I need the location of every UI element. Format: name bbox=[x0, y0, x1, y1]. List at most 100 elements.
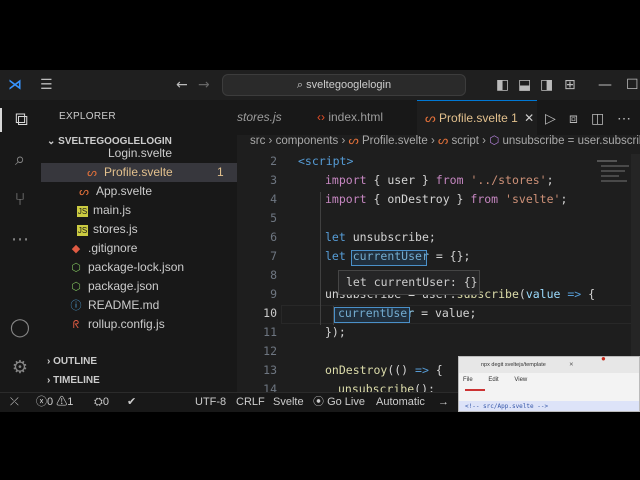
code-token: = value; bbox=[414, 306, 477, 320]
settings-gear-icon[interactable]: ⚙ bbox=[8, 356, 32, 380]
code-token: ( bbox=[518, 287, 526, 301]
run-icon[interactable]: ▷ bbox=[545, 110, 556, 126]
toggle-panel-icon[interactable]: ⬓ bbox=[518, 77, 531, 93]
tab-profile-svelte[interactable]: ᔕ Profile.svelte 1 ✕ bbox=[417, 100, 537, 135]
more-icon[interactable]: ⋯ bbox=[8, 228, 32, 252]
code-token: { user } bbox=[366, 173, 436, 187]
problem-count-badge: 1 bbox=[217, 165, 224, 179]
check-icon[interactable]: ✔ bbox=[127, 393, 136, 412]
line-number: 13 bbox=[263, 363, 277, 377]
open-preview-icon[interactable]: ⧈ bbox=[569, 110, 578, 126]
code-line: }); bbox=[325, 325, 346, 339]
git-file-icon: ◆ bbox=[71, 243, 81, 255]
eol-selector[interactable]: CRLF bbox=[236, 393, 265, 412]
code-token: => bbox=[415, 363, 429, 377]
code-token: from bbox=[470, 192, 499, 206]
line-number: 8 bbox=[270, 268, 277, 282]
code-token: (() bbox=[387, 363, 416, 377]
tab-stores-js[interactable]: stores.js bbox=[237, 100, 299, 135]
search-text: sveltegooglelogin bbox=[306, 79, 392, 91]
code-token: ; bbox=[546, 173, 554, 187]
timeline-section-header[interactable]: › TIMELINE bbox=[47, 375, 100, 386]
toggle-secondary-sidebar-icon[interactable]: ◨ bbox=[540, 77, 553, 93]
menu-view[interactable]: View bbox=[514, 377, 527, 383]
problems-indicator[interactable]: ⓧ0 ⚠1 bbox=[36, 393, 73, 412]
more-actions-icon[interactable]: ⋯ bbox=[617, 110, 631, 126]
line-number: 3 bbox=[270, 173, 277, 187]
language-mode-selector[interactable]: Svelte bbox=[273, 393, 304, 412]
code-token: { bbox=[581, 287, 596, 301]
code-token: onDestroy bbox=[325, 363, 388, 377]
file-readme-md[interactable]: ⓘ README.md bbox=[41, 296, 237, 315]
record-icon: ● bbox=[601, 356, 606, 363]
nodejs-file-icon: ⬡ bbox=[71, 281, 81, 293]
encoding-selector[interactable]: UTF-8 bbox=[195, 393, 226, 412]
code-token: '../stores' bbox=[470, 173, 547, 187]
tab-problem-badge: 1 bbox=[511, 111, 518, 125]
code-token: from bbox=[435, 173, 464, 187]
line-number: 7 bbox=[270, 249, 277, 263]
menu-file[interactable]: File bbox=[463, 377, 473, 383]
line-number: 4 bbox=[270, 192, 277, 206]
file-package-lock-json[interactable]: ⬡ package-lock.json bbox=[41, 258, 237, 277]
file-profile-svelte[interactable]: ᔕ Profile.svelte 1 bbox=[41, 163, 237, 182]
file-stores-js[interactable]: JS stores.js bbox=[41, 220, 237, 239]
js-file-icon: JS bbox=[77, 206, 88, 217]
indent-guide bbox=[333, 306, 334, 325]
code-token: import bbox=[325, 192, 367, 206]
vscode-window: ⋊ ☰ ← → ⌕ sveltegooglelogin ◧ ⬓ ◨ ⊞ — ☐ … bbox=[0, 70, 640, 412]
outline-section-header[interactable]: › OUTLINE bbox=[47, 356, 97, 367]
maximize-icon[interactable]: ☐ bbox=[626, 77, 639, 93]
chevron-right-icon: › bbox=[268, 135, 276, 147]
search-activity-icon[interactable]: ⌕ bbox=[8, 148, 32, 172]
remote-icon[interactable]: ⤫ bbox=[10, 393, 19, 412]
command-center-search[interactable]: ⌕ sveltegooglelogin bbox=[222, 74, 466, 96]
file-main-js[interactable]: JS main.js bbox=[41, 201, 237, 220]
forward-arrow-icon[interactable]: → bbox=[198, 77, 210, 93]
file-package-json[interactable]: ⬡ package.json bbox=[41, 277, 237, 296]
hover-tooltip: let currentUser: {} bbox=[338, 270, 480, 295]
activity-bar: ⧉ ⌕ ⑂ ⋯ ◯ ⚙ bbox=[0, 100, 41, 392]
ports-indicator[interactable]: ⛭0 bbox=[94, 393, 109, 412]
close-tab-icon[interactable]: ✕ bbox=[569, 357, 574, 373]
broadcast-icon: ⦿ bbox=[313, 396, 324, 408]
minimap[interactable] bbox=[595, 154, 631, 214]
breadcrumb-profile-svelte[interactable]: Profile.svelte bbox=[362, 135, 428, 147]
script-symbol-icon: ᔕ bbox=[438, 135, 449, 147]
breadcrumb-script[interactable]: script bbox=[451, 135, 478, 147]
code-token: let bbox=[325, 230, 346, 244]
line-number: 5 bbox=[270, 211, 277, 225]
explorer-icon[interactable]: ⧉ bbox=[0, 108, 41, 132]
title-bar: ⋊ ☰ ← → ⌕ sveltegooglelogin ◧ ⬓ ◨ ⊞ — ☐ bbox=[0, 70, 640, 100]
svelte-file-icon: ᔕ bbox=[425, 111, 436, 125]
back-arrow-icon[interactable]: ← bbox=[176, 77, 188, 93]
code-line: let unsubscribe; bbox=[325, 230, 436, 244]
file-rollup-config-js[interactable]: ᖇ rollup.config.js bbox=[41, 315, 237, 334]
arrow-right-icon[interactable]: → bbox=[438, 393, 449, 412]
close-tab-icon[interactable]: ✕ bbox=[524, 111, 534, 125]
breadcrumb-src[interactable]: src bbox=[237, 135, 265, 147]
file-login-svelte[interactable]: Login.svelte bbox=[41, 144, 237, 163]
code-token: = {}; bbox=[428, 249, 471, 263]
line-number: 2 bbox=[270, 154, 277, 168]
customize-layout-icon[interactable]: ⊞ bbox=[564, 77, 576, 93]
indent-selector[interactable]: Automatic bbox=[376, 393, 425, 412]
browser-tab[interactable]: npx degit sveltejs/template ✕ ● bbox=[459, 356, 639, 373]
file-gitignore[interactable]: ◆ .gitignore bbox=[41, 239, 237, 258]
nodejs-file-icon: ⬡ bbox=[71, 262, 81, 274]
breadcrumb-callback[interactable]: unsubscribe = user.subscribe() callback bbox=[502, 135, 640, 147]
browser-window-overlay[interactable]: npx degit sveltejs/template ✕ ● File Edi… bbox=[458, 356, 640, 412]
minimize-icon[interactable]: — bbox=[598, 77, 612, 93]
menu-icon[interactable]: ☰ bbox=[40, 77, 53, 93]
account-icon[interactable]: ◯ bbox=[8, 316, 32, 340]
source-control-icon[interactable]: ⑂ bbox=[8, 188, 32, 212]
chevron-right-icon: › bbox=[430, 135, 439, 147]
go-live-button[interactable]: ⦿ Go Live bbox=[313, 393, 365, 412]
file-app-svelte[interactable]: ᔕ App.svelte bbox=[41, 182, 237, 201]
menu-edit[interactable]: Edit bbox=[488, 377, 498, 383]
toggle-sidebar-icon[interactable]: ◧ bbox=[496, 77, 509, 93]
split-editor-icon[interactable]: ◫ bbox=[591, 110, 604, 126]
tab-index-html[interactable]: ‹› index.html bbox=[307, 100, 417, 135]
code-token: 'svelte' bbox=[505, 192, 561, 206]
breadcrumb-components[interactable]: components bbox=[276, 135, 339, 147]
